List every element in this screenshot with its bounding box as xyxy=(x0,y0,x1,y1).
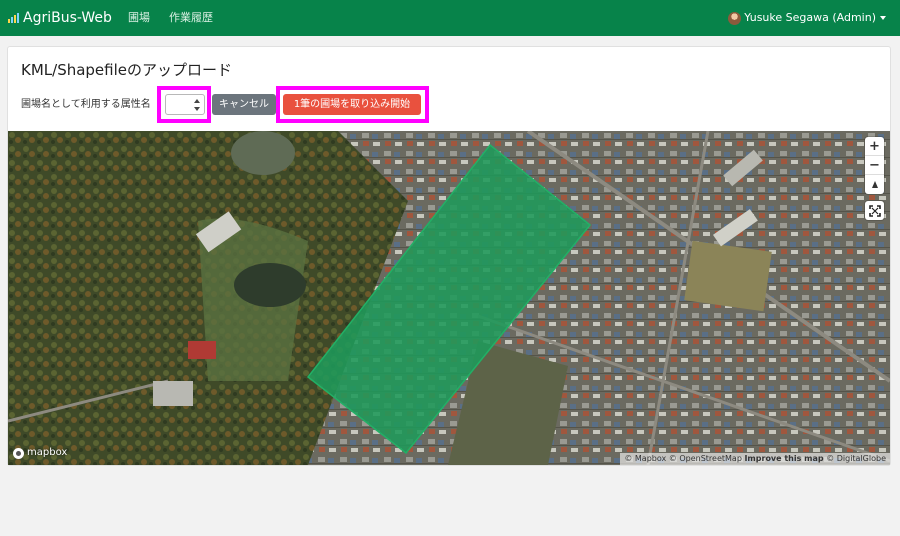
brand[interactable]: AgriBus-Web xyxy=(8,9,112,27)
start-import-button[interactable]: 1筆の圃場を取り込み開始 xyxy=(283,94,421,115)
brand-name: AgriBus-Web xyxy=(23,10,112,26)
nav-link-fields[interactable]: 圃場 xyxy=(128,11,150,25)
mapbox-logo-text: mapbox xyxy=(27,447,68,458)
brand-logo-icon xyxy=(8,12,20,24)
compass-button[interactable] xyxy=(865,175,884,194)
nav-link-work-history[interactable]: 作業履歴 xyxy=(169,11,213,25)
user-menu[interactable]: Yusuke Segawa (Admin) xyxy=(728,10,886,26)
avatar xyxy=(728,11,742,25)
user-name: Yusuke Segawa (Admin) xyxy=(744,11,876,24)
attribution-mapbox-link[interactable]: © Mapbox xyxy=(624,454,666,463)
attribution-digitalglobe-link[interactable]: © DigitalGlobe xyxy=(826,454,886,463)
select-arrows-icon xyxy=(194,99,200,111)
page-title: KML/Shapefileのアップロード xyxy=(21,61,233,79)
zoom-in-button[interactable]: + xyxy=(865,137,884,156)
improve-map-link[interactable]: Improve this map xyxy=(744,454,823,463)
mapbox-logo[interactable]: mapbox xyxy=(13,446,67,460)
map-zoom-controls: + − xyxy=(865,137,884,194)
fullscreen-button[interactable] xyxy=(865,201,884,220)
satellite-map[interactable]: + − mapbox © Mapbox © OpenStreetMap Impr… xyxy=(8,131,890,465)
cancel-button[interactable]: キャンセル xyxy=(212,94,276,115)
satellite-imagery xyxy=(8,131,890,465)
caret-down-icon xyxy=(880,16,886,20)
fullscreen-icon xyxy=(868,204,881,217)
top-navbar: AgriBus-Web 圃場 作業履歴 Yusuke Segawa (Admin… xyxy=(0,0,900,36)
mapbox-logo-icon xyxy=(13,447,24,459)
map-attribution: © Mapbox © OpenStreetMap Improve this ma… xyxy=(620,453,890,465)
upload-card: KML/Shapefileのアップロード 圃場名として利用する属性名 キャンセル… xyxy=(7,46,891,466)
attribution-osm-link[interactable]: © OpenStreetMap xyxy=(669,454,742,463)
attribute-label: 圃場名として利用する属性名 xyxy=(21,99,151,110)
attribute-select[interactable] xyxy=(165,94,205,115)
zoom-out-button[interactable]: − xyxy=(865,156,884,175)
compass-icon xyxy=(871,181,878,188)
